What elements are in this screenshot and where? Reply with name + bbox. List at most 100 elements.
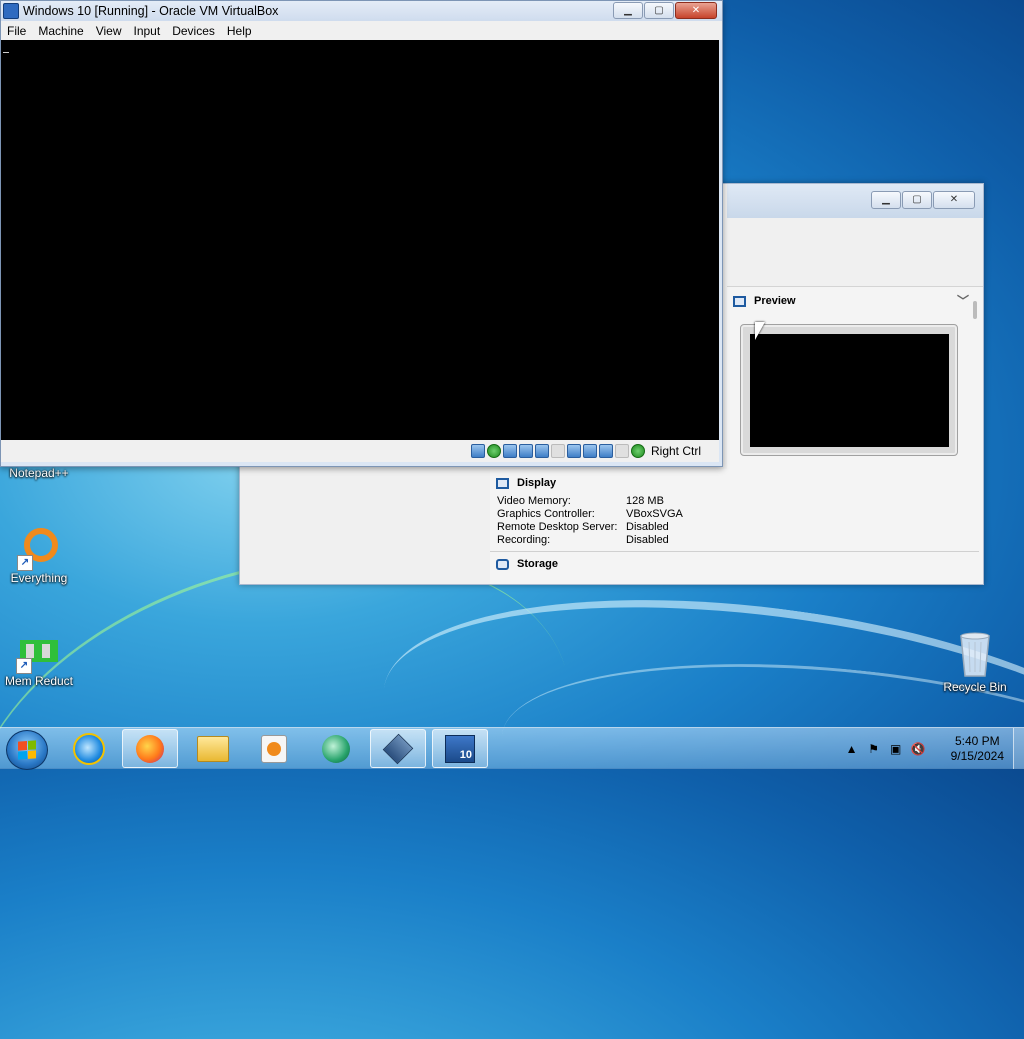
desktop-icon-label: Recycle Bin [943,680,1007,694]
taskbar-media-player[interactable] [246,729,302,768]
desktop-icon-everything[interactable]: ↗ Everything [1,527,77,585]
cpu-icon[interactable] [614,444,629,458]
audio-icon[interactable] [502,444,517,458]
internet-explorer-icon [73,732,105,765]
property-row: Recording: Disabled [490,534,983,547]
shortcut-arrow-icon: ↗ [16,658,32,674]
display-title: Display [517,477,557,489]
vm-guest-screen[interactable] [1,40,719,440]
vm-status-bar: Right Ctrl [1,440,719,462]
display-header[interactable]: Display [490,469,983,495]
scrollbar[interactable] [973,301,977,319]
desktop-icon-label: Mem Reduct [4,674,74,688]
storage-title: Storage [517,558,558,570]
clock-date: 9/15/2024 [950,748,1004,763]
property-key: Video Memory: [497,495,571,507]
desktop-icon-label: Everything [10,571,68,585]
monitor-icon [733,295,746,307]
chevron-down-icon[interactable]: ﹀ [957,292,969,309]
menu-bar: File Machine View Input Devices Help [1,21,722,40]
show-hidden-icons-icon[interactable]: ▲ [845,742,859,756]
preview-header[interactable]: Preview ﹀ [727,287,983,315]
virtualbox-icon [382,733,414,764]
vm-window-title: Windows 10 [Running] - Oracle VM Virtual… [23,4,279,18]
taskbar: 10 ▲ ⚑ ▣ 🔇 5:40 PM 9/15/2024 [0,727,1024,770]
vm-list-pane [240,469,491,584]
mem-reduct-icon: ↗ [16,636,60,674]
shortcut-arrow-icon: ↗ [17,555,33,571]
windows-10-vm-icon: 10 [445,734,475,763]
shared-folders-icon[interactable] [550,444,565,458]
firefox-icon [136,734,164,763]
mouse-pointer-icon [755,322,765,340]
action-center-flag-icon[interactable]: ⚑ [867,742,881,756]
menu-input[interactable]: Input [128,24,167,38]
storage-header[interactable]: Storage [490,552,983,576]
start-button[interactable] [6,730,48,770]
text-cursor [3,52,9,53]
menu-help[interactable]: Help [221,24,258,38]
property-key: Recording: [497,534,551,546]
property-key: Graphics Controller: [497,508,595,520]
taskbar-mpc-player[interactable] [308,729,364,768]
menu-file[interactable]: File [1,24,32,38]
preview-frame [740,324,958,456]
property-value: VBoxSVGA [626,508,683,520]
display-icon [496,477,509,489]
preview-title: Preview [754,295,796,307]
storage-icon [496,558,509,570]
desktop-icon-notepadpp[interactable]: Notepad++ [1,466,77,480]
mpc-player-icon [322,734,350,763]
network-icon[interactable] [518,444,533,458]
taskbar-windows-10-vm[interactable]: 10 [432,729,488,768]
usb-icon[interactable] [534,444,549,458]
manager-title-bar[interactable]: ▁ ▢ ✕ [727,184,983,218]
maximize-button[interactable]: ▢ [902,191,932,209]
maximize-button[interactable]: ▢ [644,2,674,19]
property-value: Disabled [626,534,669,546]
minimize-button[interactable]: ▁ [871,191,901,209]
property-row: Video Memory: 128 MB [490,495,983,508]
recording-icon[interactable] [598,444,613,458]
media-player-icon [261,734,287,763]
preview-screen [750,334,949,447]
file-explorer-icon [197,735,229,762]
details-pane: Display Video Memory: 128 MB Graphics Co… [490,469,983,584]
network-status-icon[interactable]: ▣ [889,742,903,756]
close-button[interactable]: ✕ [675,2,717,19]
clock[interactable]: 5:40 PM 9/15/2024 [951,734,1004,764]
desktop-icon-mem-reduct[interactable]: ↗ Mem Reduct [1,636,77,688]
system-tray: ▲ ⚑ ▣ 🔇 5:40 PM 9/15/2024 [845,728,1024,769]
display-icon[interactable] [566,444,581,458]
video-capture-icon[interactable] [582,444,597,458]
virtualbox-icon [3,3,19,19]
optical-drive-icon[interactable] [486,444,501,458]
property-value: 128 MB [626,495,664,507]
windows-logo-icon [18,740,36,760]
preview-section: Preview ﹀ [727,286,983,470]
taskbar-file-explorer[interactable] [185,729,241,768]
desktop-icon-label: Notepad++ [9,466,69,480]
taskbar-virtualbox[interactable] [370,729,426,768]
property-row: Remote Desktop Server: Disabled [490,521,983,534]
hard-disk-icon[interactable] [470,444,485,458]
taskbar-firefox[interactable] [122,729,178,768]
mouse-integration-icon[interactable] [630,444,645,458]
close-button[interactable]: ✕ [933,191,975,209]
property-value: Disabled [626,521,669,533]
menu-devices[interactable]: Devices [166,24,221,38]
host-key-label: Right Ctrl [650,444,701,458]
vm-window[interactable]: Windows 10 [Running] - Oracle VM Virtual… [0,0,723,467]
menu-view[interactable]: View [90,24,128,38]
clock-time: 5:40 PM [954,733,1000,748]
desktop-icon-recycle-bin[interactable]: Recycle Bin [937,630,1013,694]
taskbar-internet-explorer[interactable] [61,729,117,768]
recycle-bin-icon [957,630,993,678]
show-desktop-button[interactable] [1013,728,1024,769]
minimize-button[interactable]: ▁ [613,2,643,19]
property-key: Remote Desktop Server: [497,521,618,533]
volume-muted-icon[interactable]: 🔇 [911,742,926,756]
manager-toolbar-area [727,218,983,286]
everything-icon: ↗ [17,527,59,571]
menu-machine[interactable]: Machine [32,24,89,38]
